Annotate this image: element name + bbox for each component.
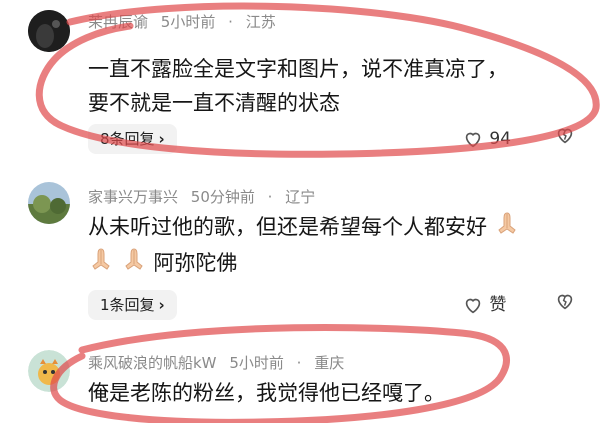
comment-line: 俺是老陈的粉丝，我觉得他已经嘎了。 — [88, 381, 445, 405]
dot-separator: · — [267, 188, 273, 206]
broken-heart-icon — [557, 128, 573, 144]
like-count: 94 — [489, 129, 512, 149]
username[interactable]: 乘风破浪的帆船kW — [88, 354, 217, 372]
dot-separator: · — [228, 13, 233, 31]
comment-line-text: 阿弥陀佛 — [153, 251, 238, 275]
dot-separator: · — [296, 354, 302, 372]
username[interactable]: 茉冉辰谕 — [88, 13, 148, 31]
heart-outline-icon — [465, 298, 481, 314]
comment-line: 一直不露脸全是文字和图片，说不准真凉了， — [88, 57, 508, 81]
comment-line: 从未听过他的歌，但还是希望每个人都安好 — [88, 210, 520, 246]
user-avatar[interactable] — [28, 350, 70, 392]
comment-text: 从未听过他的歌，但还是希望每个人都安好 阿弥陀佛 — [88, 210, 520, 282]
like-button[interactable]: 赞 — [462, 290, 506, 320]
folded-hands-icon — [494, 210, 520, 246]
timestamp: 5小时前 — [229, 354, 284, 372]
comment-line: 阿弥陀佛 — [88, 246, 520, 282]
heart-outline-icon — [465, 132, 481, 148]
reply-count-label: 1条回复 — [100, 296, 155, 314]
dislike-button[interactable] — [554, 290, 576, 320]
like-button[interactable]: 94 — [462, 124, 511, 154]
comment-line-text: 从未听过他的歌，但还是希望每个人都安好 — [88, 215, 487, 239]
location: 辽宁 — [285, 188, 316, 206]
username[interactable]: 家事兴万事兴 — [88, 188, 178, 206]
user-avatar[interactable] — [28, 182, 70, 224]
comment-text: 一直不露脸全是文字和图片，说不准真凉了， 要不就是一直不清醒的状态 — [88, 52, 508, 120]
folded-hands-icon — [121, 246, 147, 282]
comment-meta: 家事兴万事兴 50分钟前 · 辽宁 — [88, 186, 323, 207]
chevron-right-icon: › — [158, 296, 165, 314]
comment-meta: 乘风破浪的帆船kW 5小时前 · 重庆 — [88, 352, 352, 373]
location: 重庆 — [314, 354, 345, 372]
location: 江苏 — [245, 13, 276, 31]
comment-line: 要不就是一直不清醒的状态 — [88, 91, 340, 115]
user-avatar[interactable] — [28, 10, 70, 52]
chevron-right-icon: › — [158, 130, 165, 148]
comment-meta: 茉冉辰谕 5小时前 · 江苏 — [88, 11, 284, 32]
timestamp: 50分钟前 — [190, 188, 255, 206]
folded-hands-icon — [88, 246, 114, 282]
reply-count-label: 8条回复 — [100, 130, 155, 148]
view-replies-button[interactable]: 1条回复 › — [88, 290, 177, 320]
broken-heart-icon — [557, 294, 573, 310]
timestamp: 5小时前 — [160, 13, 216, 31]
dislike-button[interactable] — [554, 124, 576, 154]
like-label: 赞 — [489, 295, 507, 315]
comment-text: 俺是老陈的粉丝，我觉得他已经嘎了。 — [88, 376, 445, 410]
view-replies-button[interactable]: 8条回复 › — [88, 124, 177, 154]
